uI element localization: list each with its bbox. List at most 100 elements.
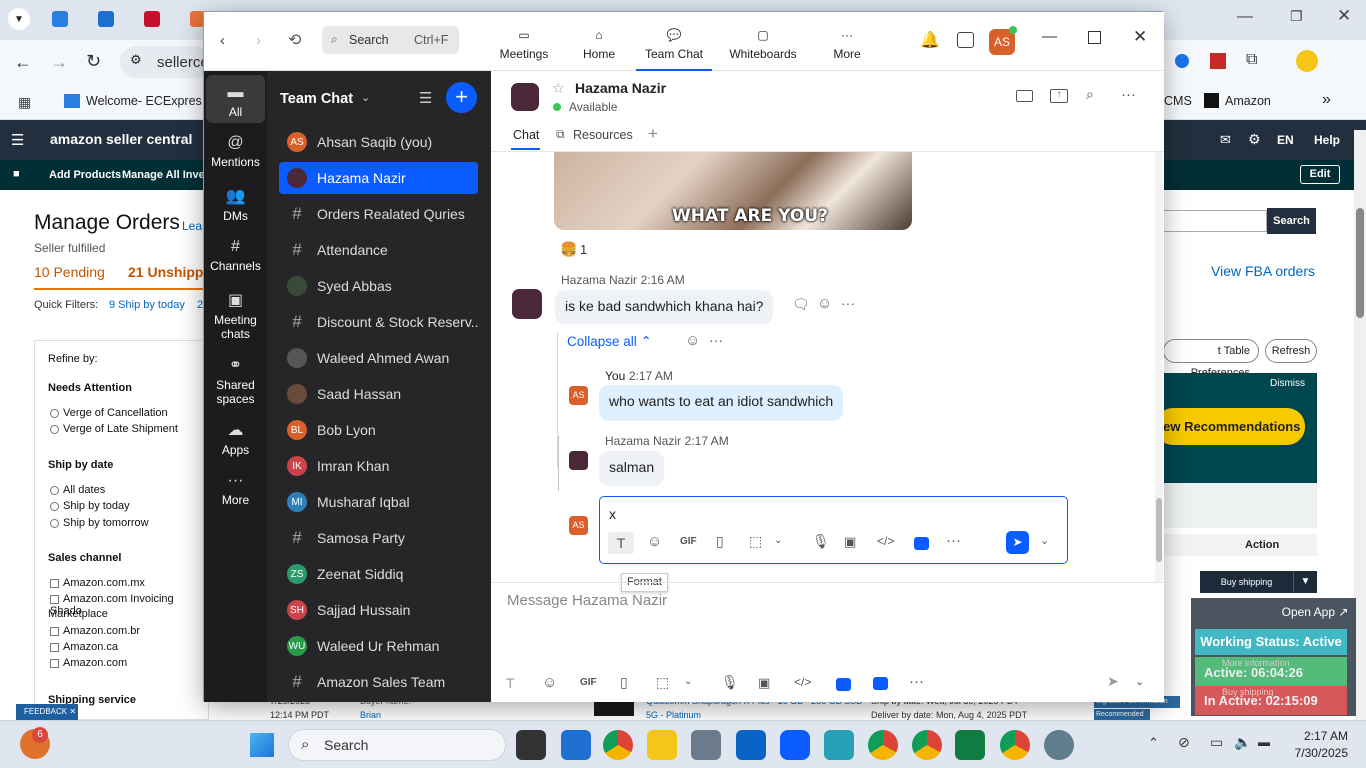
calendar-icon[interactable] [957, 32, 974, 48]
close-icon[interactable]: ✕ [1133, 27, 1147, 47]
chrome-profile-icon[interactable] [868, 730, 898, 760]
contact-item[interactable]: Waleed Ahmed Awan [279, 342, 478, 374]
feedback-button[interactable]: FEEDBACK ✕ [16, 704, 78, 720]
new-chat-plus-icon[interactable]: + [446, 82, 477, 113]
tab-resources[interactable]: Resources [573, 128, 633, 142]
collapse-all-link[interactable]: Collapse all ⌃ [567, 334, 652, 350]
share-screen-icon[interactable]: ↑ [1050, 89, 1068, 103]
chevron-down-icon[interactable]: ⌄ [774, 535, 782, 546]
forward-icon[interactable]: › [256, 32, 261, 49]
filter-verge-late[interactable]: Verge of Late Shipment [50, 423, 178, 435]
unshipped-tab[interactable]: 21 Unshipp [128, 264, 203, 280]
microphone-icon[interactable]: 🎙 [812, 533, 830, 550]
send-icon[interactable]: ➤ [1006, 531, 1029, 554]
display-icon[interactable]: ▭ [1210, 734, 1223, 751]
contact-item[interactable]: # Attendance [279, 234, 478, 266]
chevron-right-icon[interactable]: » [1322, 91, 1331, 109]
taskbar-search[interactable]: ⌕ Search [288, 729, 506, 761]
contact-avatar[interactable] [511, 83, 539, 111]
radio-icon[interactable] [50, 408, 59, 418]
table-preferences-button[interactable]: t Table Preferences [1163, 339, 1259, 379]
chrome-profile-icon[interactable] [1000, 730, 1030, 760]
filter-verge-cancellation[interactable]: Verge of Cancellation [50, 407, 168, 419]
avatar[interactable]: AS [569, 386, 588, 405]
code-snippet-icon[interactable]: </> [794, 675, 811, 689]
video-message-icon[interactable]: ▣ [758, 675, 770, 691]
view-recommendations-button[interactable]: iew Recommendations [1155, 408, 1305, 445]
minimize-icon[interactable]: — [1042, 28, 1057, 45]
contact-item[interactable]: # Samosa Party [279, 522, 478, 554]
amazon-logo[interactable]: amazon seller central [50, 131, 192, 147]
clock-date[interactable]: 7/30/2025 [1285, 746, 1348, 760]
close-icon[interactable]: ✕ [1337, 6, 1351, 26]
outlook-icon[interactable] [736, 730, 766, 760]
app-icon[interactable] [824, 730, 854, 760]
more-options-icon[interactable]: ··· [946, 532, 961, 549]
radio-icon[interactable] [50, 518, 59, 528]
profile-avatar[interactable] [1296, 50, 1318, 72]
add-tab-plus-icon[interactable]: + [648, 124, 658, 144]
file-explorer-icon[interactable] [647, 730, 677, 760]
rail-meeting-chats[interactable]: ▣ Meeting chats [206, 290, 265, 341]
message-bubble[interactable]: who wants to eat an idiot sandwhich [599, 385, 844, 421]
tab-whiteboards[interactable]: ▢ Whiteboards [724, 20, 802, 71]
more-options-icon[interactable]: ··· [1121, 86, 1136, 103]
zoom-app-icon[interactable] [836, 678, 851, 691]
rail-mentions[interactable]: @ Mentions [206, 134, 265, 169]
more-options-icon[interactable]: ··· [909, 673, 924, 690]
sender-name[interactable]: Hazama Nazir [561, 273, 637, 287]
zoom-taskbar-icon[interactable] [780, 730, 810, 760]
rail-all[interactable]: ▬ All [206, 75, 265, 123]
restore-icon[interactable]: ❐ [1290, 8, 1303, 25]
message-bubble[interactable]: salman [599, 451, 665, 486]
search-button[interactable]: Search [1267, 208, 1316, 234]
filter-channel[interactable]: Amazon.com.mx [50, 577, 145, 589]
network-icon[interactable]: ⊘ [1178, 734, 1190, 751]
gif-icon[interactable]: GIF [680, 536, 697, 547]
checkbox-icon[interactable] [50, 626, 59, 636]
zoom-app-icon[interactable] [914, 537, 929, 550]
chat-scrollbar[interactable] [1155, 152, 1163, 582]
bookmark-cms[interactable]: CMS [1164, 94, 1192, 108]
filter-all-dates[interactable]: All dates [50, 484, 105, 496]
gear-icon[interactable]: ⚙ [1248, 131, 1261, 148]
contact-item[interactable]: BL Bob Lyon [279, 414, 478, 446]
chevron-down-icon[interactable]: ⌄ [1135, 675, 1144, 688]
rail-dms[interactable]: 👥 DMs [206, 186, 265, 223]
calculator-icon[interactable] [691, 730, 721, 760]
refresh-button[interactable]: Refresh [1265, 339, 1317, 363]
history-icon[interactable]: ⟲ [288, 30, 301, 50]
scrollbar-thumb[interactable] [1356, 208, 1364, 318]
contact-item[interactable]: # Orders Realated Quries [279, 198, 478, 230]
contact-item[interactable]: IK Imran Khan [279, 450, 478, 482]
back-icon[interactable]: ‹ [220, 32, 225, 49]
reload-icon[interactable]: ↻ [86, 51, 101, 72]
checkbox-icon[interactable] [50, 658, 59, 668]
message-composer-input[interactable]: Message Hazama Nazir [507, 592, 1147, 622]
nav-add-products[interactable]: Add Products [49, 169, 121, 181]
view-fba-orders-link[interactable]: View FBA orders [1211, 263, 1315, 279]
contact-item[interactable]: Syed Abbas [279, 270, 478, 302]
bookmark-icon[interactable]: ■ [13, 168, 20, 180]
bookmark-amazon[interactable]: Amazon [1225, 94, 1271, 108]
sender-name[interactable]: Hazama Nazir [605, 434, 681, 448]
windows-start-icon[interactable] [250, 733, 274, 757]
more-options-icon[interactable]: ··· [841, 295, 855, 311]
chrome-icon[interactable] [603, 730, 633, 760]
address-bar[interactable]: ⚙ sellerce [120, 46, 210, 78]
sender-name[interactable]: You [605, 369, 625, 383]
volume-icon[interactable]: 🔈 [1234, 734, 1251, 751]
mail-icon[interactable]: ✉ [1220, 132, 1231, 148]
store-icon[interactable] [561, 730, 591, 760]
filter-channel[interactable]: Amazon.com.br [50, 625, 140, 637]
buyer-name-link[interactable]: Brian [360, 710, 381, 720]
ec-tab-icon[interactable] [52, 11, 68, 27]
menu-icon[interactable]: ☰ [11, 131, 24, 149]
contact-item[interactable]: SH Sajjad Hussain [279, 594, 478, 626]
tab-search-button[interactable]: ▼ [8, 8, 30, 30]
buy-shipping-button[interactable]: Buy shipping [1200, 571, 1293, 593]
extension-icon[interactable] [1210, 53, 1226, 69]
chevron-down-icon[interactable]: ▼ [1293, 571, 1317, 593]
radio-icon[interactable] [50, 485, 59, 495]
zoom-app-icon[interactable] [873, 677, 888, 690]
